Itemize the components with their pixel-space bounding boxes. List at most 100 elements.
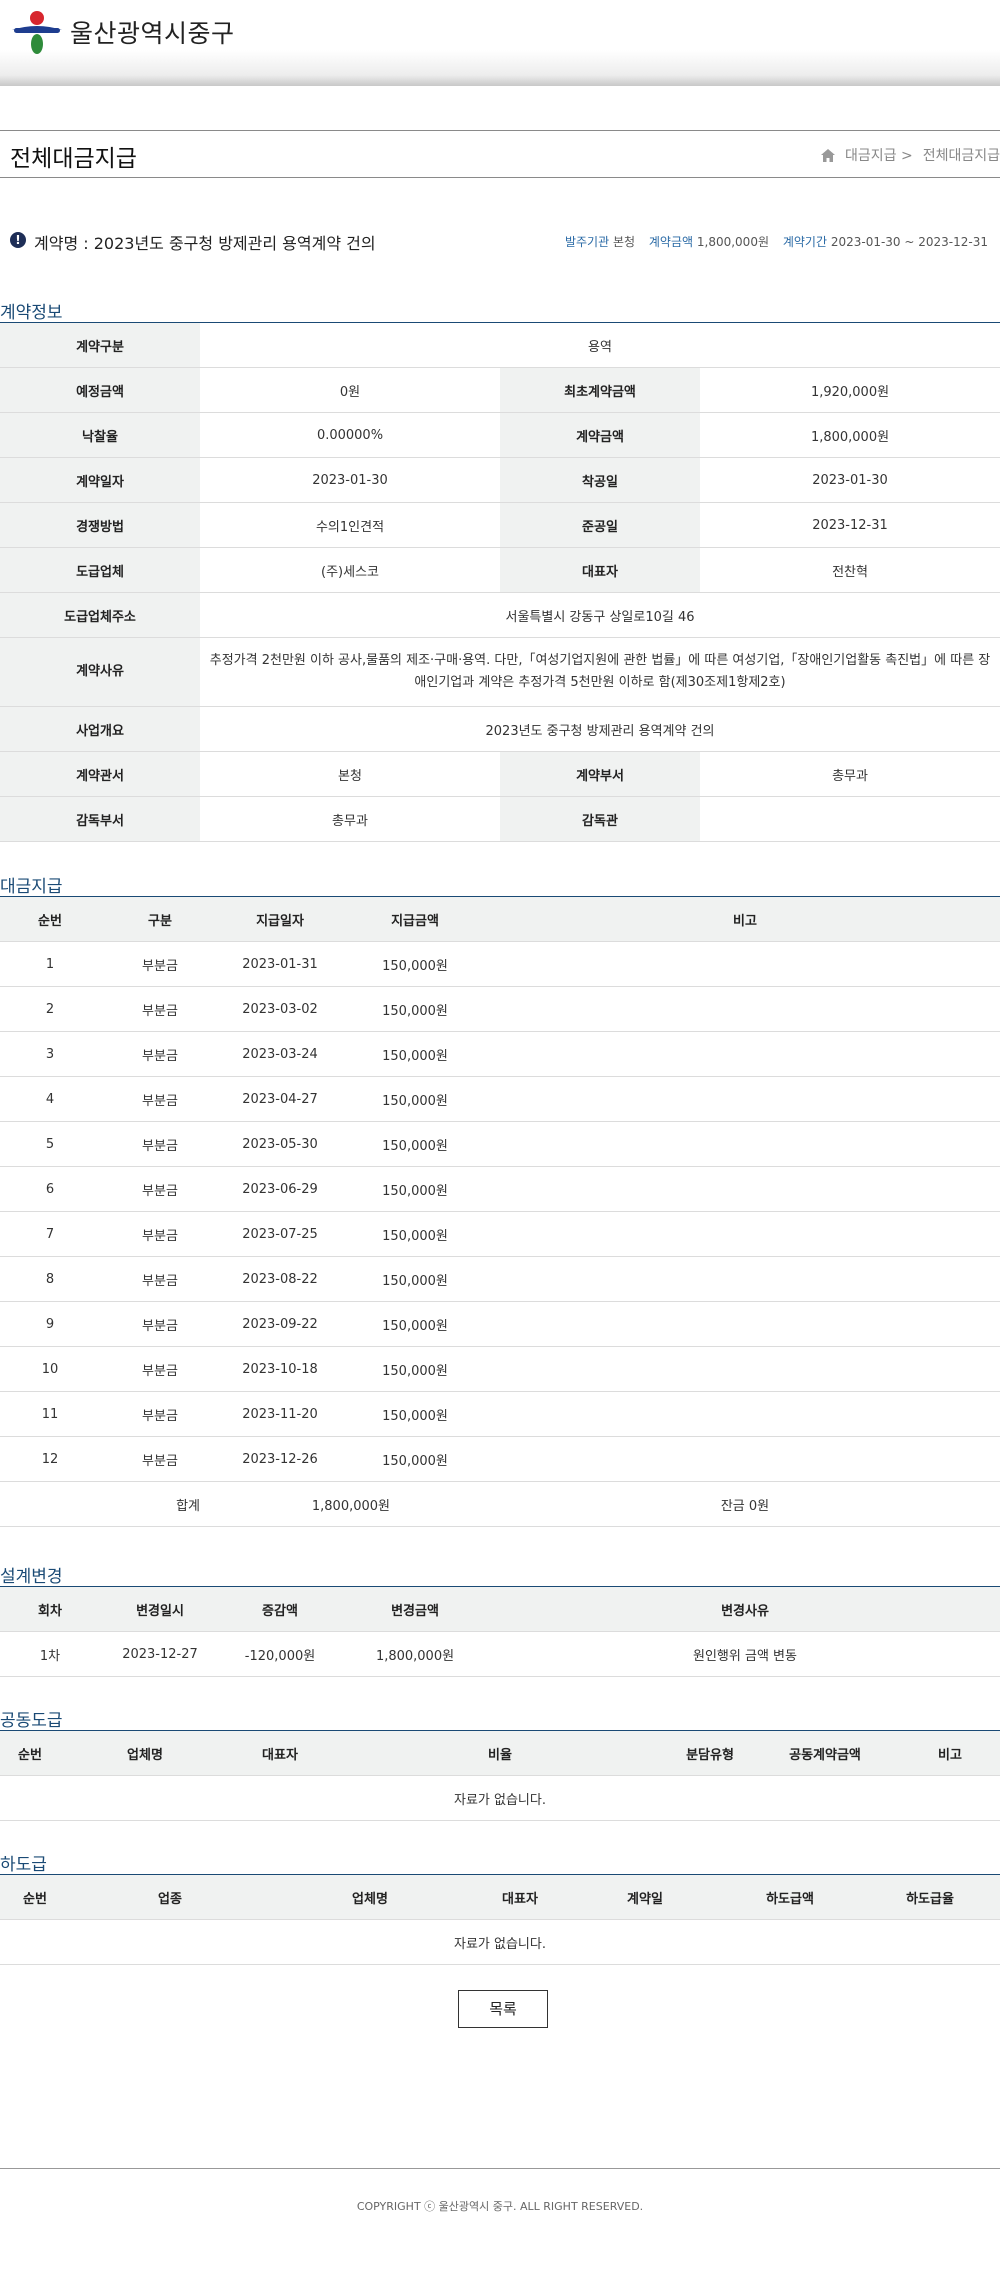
field-label: 계약관서 [0,751,200,797]
table-cell: 부분금 [100,1166,220,1212]
field-value: 0원 [200,367,500,413]
table-cell: 2023-12-26 [220,1436,340,1482]
home-icon[interactable] [821,148,836,162]
table-cell [490,1391,1000,1437]
info-icon: ! [10,232,26,248]
column-header: 비고 [900,1731,1000,1776]
column-header: 업종 [70,1875,270,1920]
field-label: 도급업체 [0,547,200,593]
table-cell: 2023-03-24 [220,1031,340,1077]
table-cell: 2023-12-27 [100,1631,220,1677]
column-header: 증감액 [220,1587,340,1632]
table-cell: 2023-05-30 [220,1121,340,1167]
table-cell [490,1121,1000,1167]
field-label: 도급업체주소 [0,592,200,638]
field-value: 1,920,000원 [700,367,1000,413]
table-cell: 12 [0,1436,100,1482]
table-cell: 2023-11-20 [220,1391,340,1437]
column-header: 변경일시 [100,1587,220,1632]
empty-message: 자료가 없습니다. [0,1775,1000,1821]
table-cell: 4 [0,1076,100,1122]
period-value: 2023-01-30 ~ 2023-12-31 [830,235,988,249]
field-label: 경쟁방법 [0,502,200,548]
table-cell: 150,000원 [340,1166,490,1212]
table-row: 사업개요 2023년도 중구청 방제관리 용역계약 건의 [0,706,1000,752]
period-label: 계약기간 [782,235,827,249]
section-title-payments: 대금지급 [0,877,63,897]
table-cell [490,1211,1000,1257]
column-header: 비율 [330,1731,670,1776]
empty-row: 자료가 없습니다. [0,1775,1000,1821]
table-cell [490,1031,1000,1077]
column-header: 분담유형 [670,1731,750,1776]
table-cell: 150,000원 [340,1031,490,1077]
site-header: 울산광역시중구 [0,0,1000,86]
table-cell: 150,000원 [340,1211,490,1257]
table-cell: 부분금 [100,941,220,987]
table-row: 2 부분금 2023-03-02 150,000원 [0,986,1000,1032]
field-value: 추정가격 2천만원 이하 공사,물품의 제조·구매·용역. 다만,「여성기업지원… [200,637,1000,707]
column-header: 업체명 [60,1731,230,1776]
contract-meta: 발주기관 본청 계약금액 1,800,000원 계약기간 2023-01-30 … [565,233,988,250]
column-header: 변경사유 [490,1587,1000,1632]
table-header-row: 회차 변경일시 증감액 변경금액 변경사유 [0,1587,1000,1632]
table-cell: 2023-01-31 [220,941,340,987]
table-row: 8 부분금 2023-08-22 150,000원 [0,1256,1000,1302]
list-button[interactable]: 목록 [458,1990,548,2028]
table-cell: -120,000원 [220,1631,340,1677]
total-value: 1,800,000원 [220,1481,490,1527]
column-header: 순번 [0,1731,60,1776]
total-row: 합계 1,800,000원 잔금 0원 [0,1481,1000,1527]
table-row: 11 부분금 2023-11-20 150,000원 [0,1391,1000,1437]
table-cell: 6 [0,1166,100,1212]
city-emblem-icon [12,11,62,54]
org-value: 본청 [612,235,636,249]
breadcrumb-item-current[interactable]: 전체대금지급 [923,145,1000,165]
table-row: 3 부분금 2023-03-24 150,000원 [0,1031,1000,1077]
field-label: 예정금액 [0,367,200,413]
table-cell: 3 [0,1031,100,1077]
column-header: 회차 [0,1587,100,1632]
table-cell: 2023-10-18 [220,1346,340,1392]
field-value [700,796,1000,842]
table-cell: 150,000원 [340,941,490,987]
column-header: 구분 [100,897,220,942]
contract-info-table: 계약구분 용역 예정금액 0원 최초계약금액 1,920,000원 낙찰율 0.… [0,323,1000,842]
table-cell: 5 [0,1121,100,1167]
table-cell: 원인행위 금액 변동 [490,1631,1000,1677]
table-row: 12 부분금 2023-12-26 150,000원 [0,1436,1000,1482]
field-value: 본청 [200,751,500,797]
column-header: 대표자 [470,1875,570,1920]
subcontract-table: 순번 업종 업체명 대표자 계약일 하도급액 하도급율 자료가 없습니다. [0,1875,1000,1965]
table-cell: 부분금 [100,1121,220,1167]
site-logo[interactable]: 울산광역시중구 [10,8,235,56]
balance-value: 잔금 0원 [490,1481,1000,1527]
table-row: 7 부분금 2023-07-25 150,000원 [0,1211,1000,1257]
org-label: 발주기관 [564,235,610,249]
field-value: 총무과 [700,751,1000,797]
amount-value: 1,800,000원 [696,235,769,249]
table-cell: 10 [0,1346,100,1392]
contract-name: 계약명 : 2023년도 중구청 방제관리 용역계약 건의 [34,234,376,253]
empty-message: 자료가 없습니다. [0,1919,1000,1965]
column-header: 비고 [490,897,1000,942]
table-row: 4 부분금 2023-04-27 150,000원 [0,1076,1000,1122]
table-row: 계약일자 2023-01-30 착공일 2023-01-30 [0,457,1000,503]
breadcrumb: 대금지급 > 전체대금지급 [821,145,1000,165]
field-label: 계약일자 [0,457,200,503]
column-header: 순번 [0,1875,70,1920]
field-value: 수의1인견적 [200,502,500,548]
table-cell: 150,000원 [340,1076,490,1122]
column-header: 대표자 [230,1731,330,1776]
table-cell [490,1346,1000,1392]
table-cell: 150,000원 [340,1301,490,1347]
table-cell [490,941,1000,987]
field-label: 계약구분 [0,323,200,368]
table-cell: 2023-09-22 [220,1301,340,1347]
table-cell [490,1301,1000,1347]
column-header: 변경금액 [340,1587,490,1632]
breadcrumb-item-payment[interactable]: 대금지급 > [845,145,913,165]
field-value: 용역 [200,323,1000,368]
field-label: 계약금액 [500,412,700,458]
table-cell: 부분금 [100,1391,220,1437]
